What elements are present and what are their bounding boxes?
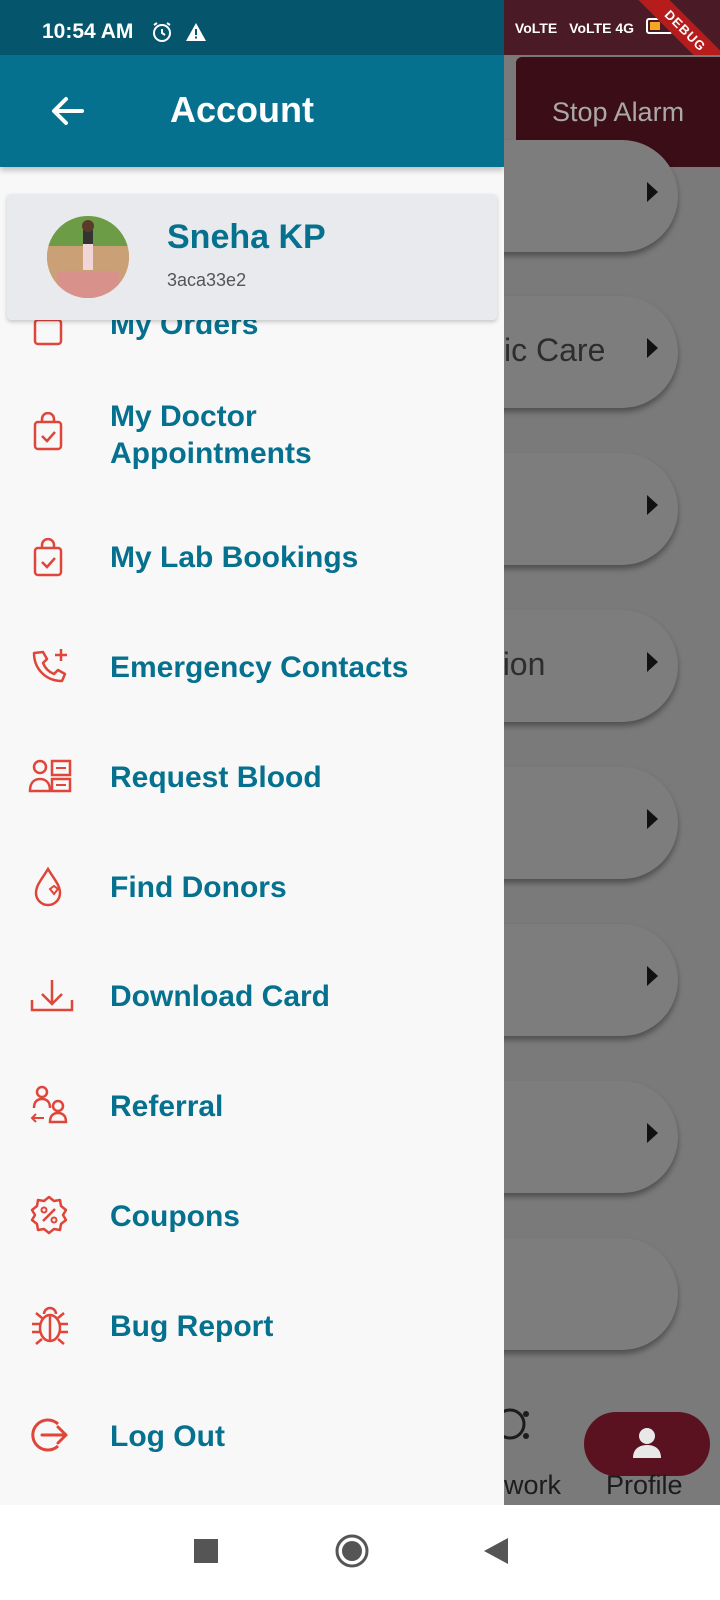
chevron-right-icon [647, 809, 658, 829]
recents-button[interactable] [194, 1539, 218, 1568]
chevron-right-icon [647, 495, 658, 515]
menu-label-line1: My Doctor [110, 400, 257, 433]
menu-label: Referral [110, 1090, 224, 1123]
bg-card [504, 924, 678, 1036]
circle-icon [335, 1534, 369, 1568]
profile-id: 3aca33e2 [167, 270, 247, 290]
signal-1-icon: VoLTE [514, 19, 558, 36]
system-nav-bar [0, 1505, 720, 1600]
menu-item-referral[interactable]: Referral [0, 1074, 504, 1174]
home-button[interactable] [334, 1533, 370, 1574]
menu-item-emergency-contacts[interactable]: Emergency Contacts [0, 635, 504, 735]
chevron-right-icon [647, 182, 658, 202]
avatar [47, 216, 129, 298]
drawer-header: Account [0, 55, 504, 167]
blood-request-icon [28, 757, 72, 797]
bg-card [504, 1238, 678, 1350]
menu-label: Emergency Contacts [110, 651, 409, 684]
back-nav-button[interactable] [484, 1538, 508, 1569]
profile-card[interactable]: Sneha KP 3aca33e2 [7, 194, 497, 320]
warning-icon [184, 20, 208, 50]
bg-card [504, 453, 678, 565]
bg-card: ation [504, 610, 678, 722]
bg-card [504, 140, 678, 252]
chevron-right-icon [647, 338, 658, 358]
phone-plus-icon [28, 647, 68, 687]
person-icon [633, 1428, 661, 1458]
menu-label: Request Blood [110, 761, 322, 794]
account-drawer: Account Sneha KP 3aca33e2 My Orders My D… [0, 55, 504, 1505]
menu-item-log-out[interactable]: Log Out [0, 1404, 504, 1504]
menu-item-coupons[interactable]: Coupons [0, 1184, 504, 1284]
bg-card [504, 1081, 678, 1193]
chevron-right-icon [647, 652, 658, 672]
referral-icon [28, 1084, 68, 1124]
page-title: Account [170, 89, 314, 130]
status-bar: 10:54 AM VoLTE VoLTE 4G DEBUG [0, 0, 720, 85]
menu-item-find-donors[interactable]: Find Donors [0, 855, 504, 955]
blood-drop-icon [28, 865, 68, 907]
chevron-right-icon [647, 1123, 658, 1143]
menu-item-request-blood[interactable]: Request Blood [0, 745, 504, 845]
menu-label-line2: Appointments [110, 437, 312, 470]
menu-label: Download Card [110, 980, 331, 1013]
menu-label: Coupons [110, 1200, 240, 1233]
logout-icon [28, 1414, 68, 1454]
menu-label: My Lab Bookings [110, 541, 359, 574]
chevron-right-icon [647, 966, 658, 986]
download-icon [28, 976, 74, 1016]
square-icon [194, 1539, 218, 1563]
background-screen: Stop Alarm ic Care ation work Profile [504, 55, 720, 1505]
coupon-icon [28, 1194, 68, 1235]
nav-profile-label: Profile [606, 1470, 683, 1500]
bag-check-icon [28, 537, 68, 578]
alarm-icon [150, 20, 174, 50]
arrow-left-icon [52, 97, 84, 125]
nav-profile-button[interactable] [584, 1412, 710, 1476]
bg-card: ic Care [504, 296, 678, 408]
nav-network-label[interactable]: work [504, 1470, 561, 1501]
menu-item-doctor-appointments[interactable]: My Doctor Appointments [0, 398, 504, 508]
menu-item-download-card[interactable]: Download Card [0, 964, 504, 1064]
back-button[interactable] [44, 87, 92, 135]
network-icon [504, 1400, 540, 1458]
menu-item-bug-report[interactable]: Bug Report [0, 1294, 504, 1394]
bg-card [504, 767, 678, 879]
bag-check-icon [28, 411, 68, 452]
profile-name: Sneha KP [167, 218, 326, 256]
menu-label: Find Donors [110, 871, 287, 904]
menu-label: Bug Report [110, 1310, 274, 1343]
bug-icon [28, 1304, 68, 1345]
bottom-nav: work Profile [504, 1390, 720, 1505]
status-time: 10:54 AM [42, 20, 134, 43]
status-indicators: VoLTE VoLTE 4G [515, 18, 676, 37]
signal-2-icon: VoLTE 4G [569, 19, 634, 36]
menu-item-lab-bookings[interactable]: My Lab Bookings [0, 525, 504, 625]
menu-label: Log Out [110, 1420, 225, 1453]
triangle-back-icon [484, 1538, 508, 1564]
